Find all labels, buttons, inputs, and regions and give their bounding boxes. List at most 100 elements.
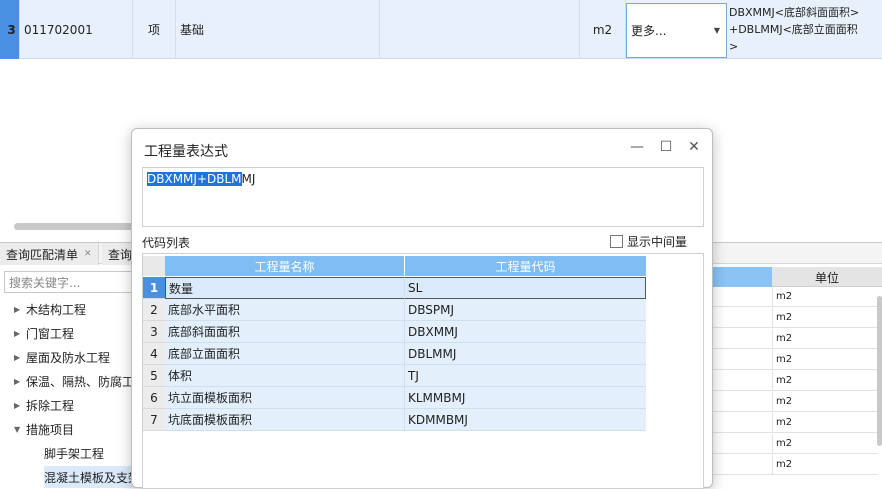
- tree-item-demolition[interactable]: ▶ 拆除工程: [14, 394, 74, 416]
- expression-editor[interactable]: DBXMMJ+DBLMMJ: [142, 167, 704, 227]
- row-number: 3: [143, 321, 165, 343]
- row-number: 5: [143, 365, 165, 387]
- item-code-cell[interactable]: 011702001: [20, 0, 133, 59]
- unit-cell[interactable]: m2: [772, 350, 878, 370]
- search-placeholder: 搜索关键字...: [9, 275, 81, 290]
- column-header-name[interactable]: 工程量名称: [165, 256, 405, 276]
- quantity-name[interactable]: 坑立面模板面积: [165, 387, 405, 409]
- show-intermediate-checkbox[interactable]: 显示中间量: [610, 233, 687, 250]
- tree-item-insulation[interactable]: ▶ 保温、隔热、防腐工: [14, 370, 134, 392]
- tree-label: 拆除工程: [26, 398, 75, 413]
- unit-column-header[interactable]: 单位: [772, 267, 882, 287]
- quantity-code[interactable]: DBLMMJ: [405, 343, 646, 365]
- row-number: 1: [143, 277, 165, 299]
- table-row-left: [712, 287, 772, 307]
- unit-cell[interactable]: m2: [772, 308, 878, 328]
- unit-cell[interactable]: m2: [772, 329, 878, 349]
- tree-item-doors-windows[interactable]: ▶ 门窗工程: [14, 322, 74, 344]
- dialog-title: 工程量表达式: [144, 144, 228, 160]
- chevron-down-icon[interactable]: ▼: [14, 425, 26, 434]
- right-table-header: 单位: [712, 267, 882, 287]
- table-row-left: [712, 434, 772, 454]
- header-selected-cell: [712, 267, 772, 287]
- chevron-right-icon[interactable]: ▶: [14, 377, 26, 386]
- quantity-name[interactable]: 体积: [165, 365, 405, 387]
- table-row[interactable]: 5 体积 TJ: [143, 365, 648, 387]
- header-corner: [143, 256, 165, 276]
- item-type-cell[interactable]: 项: [133, 0, 176, 59]
- unit-cell[interactable]: m2: [772, 434, 878, 454]
- code-table-header: 工程量名称 工程量代码: [143, 256, 648, 276]
- quantity-code[interactable]: SL: [405, 277, 646, 299]
- checkbox-label: 显示中间量: [627, 235, 688, 249]
- table-row[interactable]: 6 坑立面模板面积 KLMMBMJ: [143, 387, 648, 409]
- tree-item-roof-waterproof[interactable]: ▶ 屋面及防水工程: [14, 346, 110, 368]
- row-number: 2: [143, 299, 165, 321]
- quantity-code[interactable]: KDMMBMJ: [405, 409, 646, 431]
- quantity-code[interactable]: DBSPMJ: [405, 299, 646, 321]
- close-icon[interactable]: ✕: [685, 139, 703, 155]
- vertical-scrollbar[interactable]: [877, 296, 882, 446]
- quantity-code[interactable]: TJ: [405, 365, 646, 387]
- tree-label: 门窗工程: [26, 326, 75, 341]
- tree-label: 脚手架工程: [44, 446, 105, 461]
- item-name-cell[interactable]: 基础: [176, 0, 380, 59]
- chevron-right-icon[interactable]: ▶: [14, 353, 26, 362]
- quantity-expression-dialog: 工程量表达式 — ☐ ✕ DBXMMJ+DBLMMJ 代码列表 显示中间量 工程…: [131, 128, 713, 489]
- item-feature-cell[interactable]: [380, 0, 580, 59]
- horizontal-scrollbar[interactable]: [14, 223, 134, 230]
- table-row-left: [712, 308, 772, 328]
- quantity-name[interactable]: 底部斜面面积: [165, 321, 405, 343]
- quantity-name[interactable]: 底部水平面积: [165, 299, 405, 321]
- maximize-icon[interactable]: ☐: [657, 139, 675, 155]
- chevron-right-icon[interactable]: ▶: [14, 401, 26, 410]
- tree-item-wood-structure[interactable]: ▶ 木结构工程: [14, 298, 86, 320]
- table-row-left: [712, 392, 772, 412]
- chevron-right-icon[interactable]: ▶: [14, 329, 26, 338]
- column-header-code[interactable]: 工程量代码: [405, 256, 646, 276]
- formula-cell[interactable]: DBXMMJ<底部斜面面积> +DBLMMJ<底部立面面积 >: [729, 4, 879, 55]
- tree-item-measures[interactable]: ▼ 措施项目: [14, 418, 74, 440]
- table-row[interactable]: 4 底部立面面积 DBLMMJ: [143, 343, 648, 365]
- close-icon[interactable]: ✕: [84, 249, 92, 259]
- quantity-code[interactable]: DBXMMJ: [405, 321, 646, 343]
- table-row[interactable]: 2 底部水平面积 DBSPMJ: [143, 299, 648, 321]
- unit-cell[interactable]: m2: [772, 392, 878, 412]
- unit-cell[interactable]: m2: [772, 413, 878, 433]
- tree-item-scaffolding[interactable]: 脚手架工程: [44, 442, 104, 464]
- unit-cell[interactable]: m2: [772, 287, 878, 307]
- item-unit-cell[interactable]: m2: [580, 0, 626, 59]
- checkbox-box[interactable]: [610, 235, 623, 248]
- expression-selection: DBXMMJ+DBLM: [147, 172, 242, 186]
- table-row[interactable]: 7 坑底面模板面积 KDMMBMJ: [143, 409, 648, 431]
- tab-label: 查询匹配清单: [6, 247, 79, 262]
- tree-label: 屋面及防水工程: [26, 350, 111, 365]
- tree-label: 保温、隔热、防腐工: [26, 374, 135, 389]
- tree-label: 混凝土模板及支架: [44, 470, 141, 485]
- search-input[interactable]: 搜索关键字...: [4, 271, 134, 293]
- tab-label: 查询: [108, 247, 133, 262]
- chevron-down-icon[interactable]: ▼: [714, 26, 720, 35]
- code-list-label: 代码列表: [142, 236, 191, 250]
- quantity-code[interactable]: KLMMBMJ: [405, 387, 646, 409]
- tree-label: 木结构工程: [26, 302, 87, 317]
- row-number[interactable]: 3: [0, 0, 20, 59]
- quantity-name[interactable]: 底部立面面积: [165, 343, 405, 365]
- table-row[interactable]: 3 底部斜面面积 DBXMMJ: [143, 321, 648, 343]
- quantity-code-combo[interactable]: 更多... ▼: [626, 3, 727, 58]
- tab-query-match-list[interactable]: 查询匹配清单 ✕: [0, 243, 99, 265]
- tree-item-concrete-formwork[interactable]: 混凝土模板及支架: [44, 466, 141, 488]
- table-row[interactable]: 1 数量 SL: [143, 277, 648, 299]
- table-row-left: [712, 329, 772, 349]
- unit-cell[interactable]: m2: [772, 371, 878, 391]
- quantity-name[interactable]: 数量: [165, 277, 405, 299]
- chevron-right-icon[interactable]: ▶: [14, 305, 26, 314]
- tree-label: 措施项目: [26, 422, 75, 437]
- row-number: 6: [143, 387, 165, 409]
- table-row-left: [712, 350, 772, 370]
- quantity-name[interactable]: 坑底面模板面积: [165, 409, 405, 431]
- grid-row-3[interactable]: 3 011702001 项 基础 m2 更多... ▼ DBXMMJ<底部斜面面…: [0, 0, 882, 59]
- table-row-left: [712, 371, 772, 391]
- minimize-icon[interactable]: —: [628, 139, 646, 155]
- unit-cell[interactable]: m2: [772, 455, 878, 475]
